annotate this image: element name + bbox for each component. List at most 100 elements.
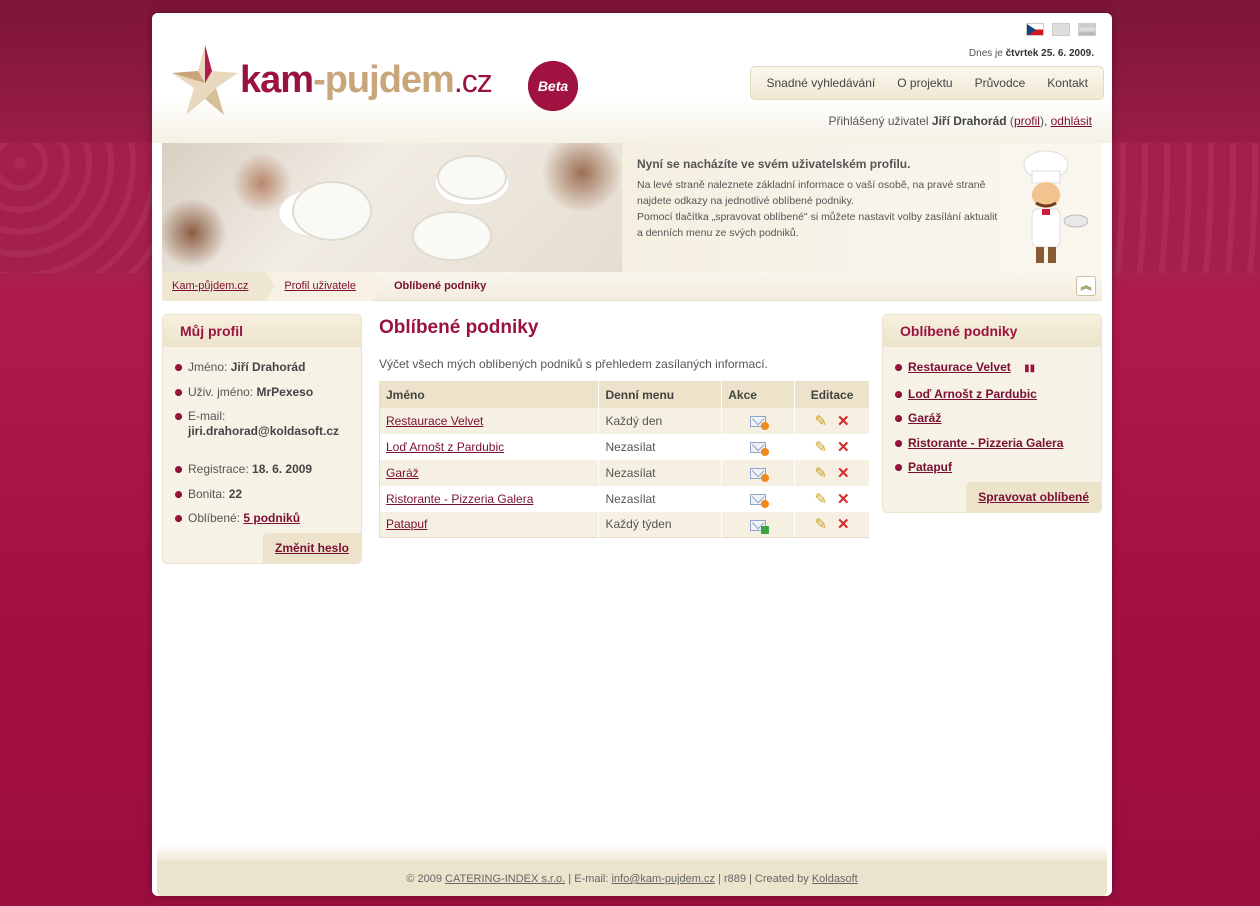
profile-box: Můj profil Jméno: Jiří Drahorád Uživ. jm… — [162, 314, 362, 564]
profile-name: Jméno: Jiří Drahorád — [175, 355, 361, 380]
mail-settings-icon[interactable] — [750, 467, 770, 482]
breadcrumb: Kam-půjdem.cz Profil uživatele Oblíbené … — [162, 271, 1102, 301]
row-name-link[interactable]: Garáž — [386, 466, 419, 480]
profile-link[interactable]: profil — [1014, 114, 1040, 128]
favorites-list: Restaurace Velvet ▮▮ Loď Arnošt z Pardub… — [883, 347, 1101, 480]
row-menu: Každý den — [598, 407, 723, 434]
row-menu: Nezasílat — [598, 433, 723, 460]
profile-email: E-mail: jiri.drahorad@koldasoft.cz — [175, 404, 361, 457]
profile-registration: Registrace: 18. 6. 2009 — [175, 457, 361, 482]
favorites-box: Oblíbené podniky Restaurace Velvet ▮▮ Lo… — [882, 314, 1102, 513]
row-name-link[interactable]: Patapuf — [386, 517, 427, 531]
main-content: Oblíbené podniky Výčet všech mých oblíbe… — [379, 317, 871, 538]
banner-title: Nyní se nacházíte ve svém uživatelském p… — [637, 157, 911, 171]
banner: Nyní se nacházíte ve svém uživatelském p… — [162, 143, 1102, 272]
favorite-link[interactable]: Patapuf — [908, 460, 952, 474]
row-menu: Nezasílat — [598, 459, 723, 486]
logout-link[interactable]: odhlásit — [1051, 114, 1092, 128]
profile-email-value: jiri.drahorad@koldasoft.cz — [188, 424, 340, 438]
nav-about[interactable]: O projektu — [886, 76, 963, 90]
main-nav: Snadné vyhledávání O projektu Průvodce K… — [750, 66, 1104, 100]
mail-forward-icon[interactable] — [750, 519, 770, 534]
header: kam-pujdem.cz Beta Dnes je čtvrtek 25. 6… — [152, 13, 1112, 143]
profile-reg-value: 18. 6. 2009 — [252, 462, 313, 476]
edit-icon[interactable]: ✎ — [814, 412, 827, 430]
delete-icon[interactable]: ✕ — [837, 438, 850, 456]
edit-icon[interactable]: ✎ — [814, 515, 827, 533]
footer-copyright: © 2009 — [406, 873, 442, 885]
czech-flag-icon[interactable] — [1026, 23, 1044, 36]
favorite-item: Loď Arnošt z Pardubic — [895, 382, 1101, 407]
row-name-link[interactable]: Loď Arnošt z Pardubic — [386, 440, 504, 454]
profile-email-label: E-mail: — [188, 409, 226, 423]
breadcrumb-home-link[interactable]: Kam-půjdem.cz — [172, 280, 248, 292]
logo-part2: pujdem — [324, 59, 455, 101]
row-name-link[interactable]: Restaurace Velvet — [386, 414, 483, 428]
favorites-title: Oblíbené podniky — [883, 315, 1101, 347]
mail-settings-icon[interactable] — [750, 415, 770, 430]
delete-icon[interactable]: ✕ — [837, 515, 850, 533]
favorite-item: Ristorante - Pizzeria Galera — [895, 431, 1101, 456]
user-status: Přihlášený uživatel Jiří Drahorád (profi… — [828, 114, 1092, 128]
nav-search[interactable]: Snadné vyhledávání — [755, 76, 886, 90]
user-name: Jiří Drahorád — [931, 114, 1007, 128]
breadcrumb-current: Oblíbené podniky — [393, 280, 487, 292]
banner-photo — [162, 143, 622, 272]
edit-icon[interactable]: ✎ — [814, 464, 827, 482]
breadcrumb-profile-link[interactable]: Profil uživatele — [284, 280, 356, 292]
breadcrumb-profile: Profil uživatele — [266, 271, 383, 301]
footer-company-link[interactable]: CATERING-INDEX s.r.o. — [445, 873, 565, 885]
delete-icon[interactable]: ✕ — [837, 490, 850, 508]
favorites-table: Jméno Denní menu Akce Editace Restaurace… — [379, 381, 870, 538]
mail-settings-icon[interactable] — [750, 441, 770, 456]
favorite-link[interactable]: Ristorante - Pizzeria Galera — [908, 436, 1063, 450]
collapse-up-icon[interactable]: ︽ — [1076, 276, 1096, 296]
mail-settings-icon[interactable] — [750, 493, 770, 508]
footer-author-link[interactable]: Koldasoft — [812, 873, 858, 885]
profile-bonita-label: Bonita: — [188, 486, 226, 501]
breadcrumb-home: Kam-půjdem.cz — [162, 271, 276, 301]
date-prefix: Dnes je — [968, 48, 1003, 59]
logo-text: kam-pujdem.cz — [240, 59, 493, 102]
page: kam-pujdem.cz Beta Dnes je čtvrtek 25. 6… — [152, 13, 1112, 896]
english-flag-icon[interactable] — [1052, 23, 1070, 36]
footer-revision: | r889 | Created by — [718, 873, 809, 885]
logo[interactable]: kam-pujdem.cz Beta — [170, 43, 578, 123]
table-header: Jméno Denní menu Akce Editace — [379, 381, 870, 408]
profile-name-value: Jiří Drahorád — [230, 360, 306, 374]
change-password-button[interactable]: Změnit heslo — [262, 533, 361, 563]
manage-favorites-button[interactable]: Spravovat oblíbené — [966, 482, 1101, 512]
row-menu: Nezasílat — [598, 485, 723, 512]
menu-book-icon: ▮▮ — [1024, 363, 1036, 374]
table-row: Loď Arnošt z Pardubic Nezasílat ✎ ✕ — [379, 433, 870, 460]
favorite-link[interactable]: Restaurace Velvet — [908, 360, 1011, 374]
table-row: Garáž Nezasílat ✎ ✕ — [379, 459, 870, 486]
logo-dash: - — [313, 59, 326, 101]
footer-email-label: | E-mail: — [568, 873, 609, 885]
delete-icon[interactable]: ✕ — [837, 412, 850, 430]
profile-username-label: Uživ. jméno: — [188, 384, 254, 399]
chef-illustration-icon — [1023, 150, 1088, 263]
col-action: Akce — [721, 381, 796, 408]
row-name-link[interactable]: Ristorante - Pizzeria Galera — [386, 492, 533, 506]
logo-part1: kam — [240, 59, 314, 101]
german-flag-icon[interactable] — [1078, 23, 1096, 36]
delete-icon[interactable]: ✕ — [837, 464, 850, 482]
favorite-link[interactable]: Garáž — [908, 411, 941, 425]
profile-fav-link[interactable]: 5 podniků — [243, 511, 300, 525]
profile-reg-label: Registrace: — [188, 462, 249, 476]
edit-icon[interactable]: ✎ — [814, 438, 827, 456]
profile-title: Můj profil — [163, 315, 361, 347]
beta-badge: Beta — [528, 61, 578, 111]
language-flags — [1026, 23, 1096, 36]
nav-guide[interactable]: Průvodce — [964, 76, 1037, 90]
footer-email-link[interactable]: info@kam-pujdem.cz — [611, 873, 714, 885]
nav-contact[interactable]: Kontakt — [1036, 76, 1099, 90]
profile-username-value: MrPexeso — [256, 384, 314, 399]
footer-fade — [157, 845, 1107, 860]
table-row: Ristorante - Pizzeria Galera Nezasílat ✎… — [379, 485, 870, 512]
favorite-link[interactable]: Loď Arnošt z Pardubic — [908, 387, 1037, 401]
table-row: Patapuf Každý týden ✎ ✕ — [379, 511, 870, 538]
page-lead: Výčet všech mých oblíbených podniků s př… — [379, 357, 768, 371]
edit-icon[interactable]: ✎ — [814, 490, 827, 508]
